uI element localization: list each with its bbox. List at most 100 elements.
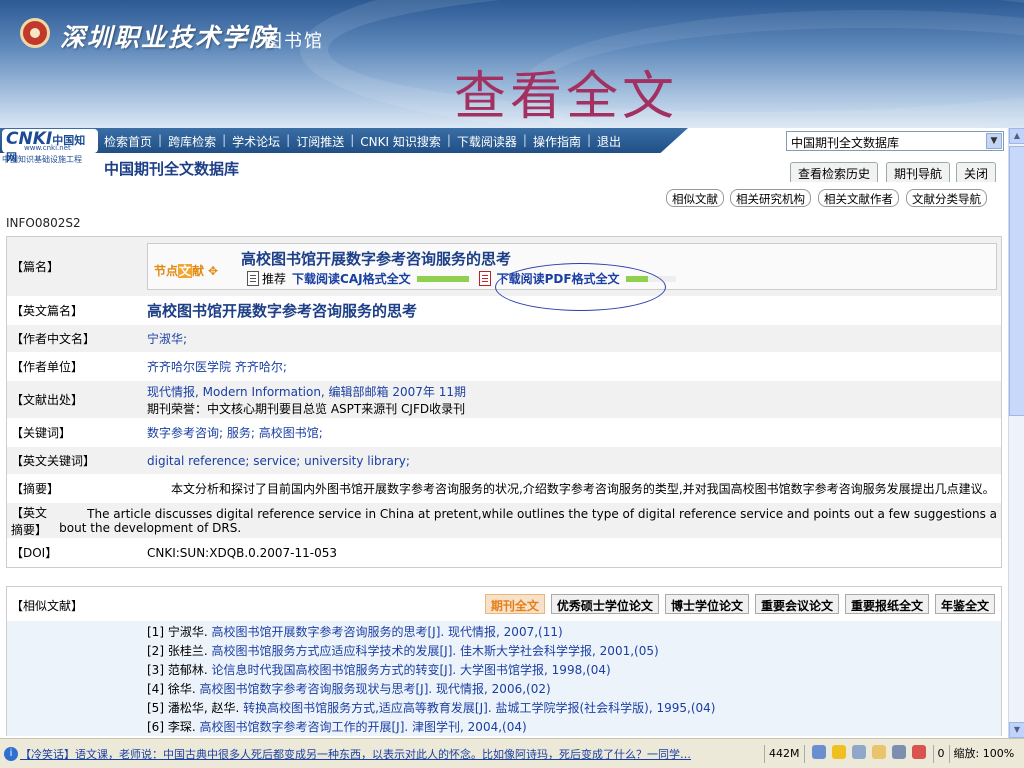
tab-journal-nav[interactable]: 期刊导航 — [886, 162, 951, 182]
recommend-label: 推荐 — [262, 272, 287, 286]
row-doi: 【DOI】 CNKI:SUN:XDQB.0.2007-11-053 — [7, 539, 1001, 567]
related-item-title[interactable]: 高校图书馆数字参考咨询工作的开展[J]. — [199, 720, 408, 734]
related-item-title[interactable]: 高校图书馆服务方式应适应科学技术的发展[J]. — [211, 644, 456, 658]
related-item-title[interactable]: 高校图书馆开展数字参考咨询服务的思考[J]. — [211, 625, 444, 639]
related-item-journal[interactable]: 佳木斯大学社会科学学报 — [460, 644, 592, 658]
school-name: 深圳职业技术学院 — [60, 23, 277, 52]
related-item-journal[interactable]: 现代情报 — [448, 625, 496, 639]
highlight-ellipse — [495, 263, 666, 311]
nav-separator: | — [586, 133, 592, 147]
related-item-author: 徐华. — [167, 682, 196, 696]
nav-link[interactable]: 检索首页 — [104, 133, 152, 150]
doc-classification-button[interactable]: 文献分类导航 — [906, 189, 987, 207]
related-item: [3] 范郁林. 论信息时代我国高校图书馆服务方式的转变[J]. 大学图书馆学报… — [147, 661, 1001, 680]
en-keywords-links[interactable]: digital reference; service; university l… — [147, 454, 997, 468]
nav-separator: | — [222, 133, 227, 147]
similar-docs-button[interactable]: 相似文献 — [666, 189, 724, 207]
database-select[interactable]: 中国期刊全文数据库 ▼ — [786, 131, 1004, 151]
seal-icon — [20, 18, 50, 48]
related-item-title[interactable]: 高校图书馆数字参考咨询服务现状与思考[J]. — [199, 682, 432, 696]
source-link[interactable]: 现代情报, Modern Information, 编辑部邮箱 2007年 11… — [147, 383, 997, 400]
related-docs-label: 【相似文献】 — [11, 599, 84, 613]
related-item-journal[interactable]: 大学图书馆学报 — [460, 663, 544, 677]
cnki-logo[interactable]: CNKI中国知网 www.cnki.net — [2, 129, 98, 164]
slide-title: 查看全文 — [454, 67, 679, 127]
related-item-date: , 2007,(11) — [496, 625, 563, 639]
popup-blocker-icon[interactable] — [911, 744, 926, 759]
affiliation-link[interactable]: 齐齐哈尔医学院 齐齐哈尔; — [147, 358, 997, 375]
nav-link[interactable]: 下载阅读器 — [457, 133, 517, 150]
row-label: 【英文关键词】 — [11, 454, 96, 468]
row-en-keywords: 【英文关键词】 digital reference; service; univ… — [7, 447, 1001, 475]
related-item: [6] 李琛. 高校图书馆数字参考咨询工作的开展[J]. 津图学刊, 2004,… — [147, 718, 1001, 736]
nav-link[interactable]: 操作指南 — [533, 133, 581, 150]
row-source: 【文献出处】 现代情报, Modern Information, 编辑部邮箱 2… — [7, 381, 1001, 419]
related-tab[interactable]: 重要会议论文 — [754, 594, 839, 614]
related-institutions-button[interactable]: 相关研究机构 — [730, 189, 811, 207]
scrollbar-thumb[interactable] — [1009, 146, 1024, 416]
scroll-up-icon[interactable]: ▲ — [1009, 128, 1024, 144]
related-item-date: , 1995,(04) — [648, 701, 716, 715]
network-icon[interactable] — [851, 744, 866, 759]
row-label: 【文献出处】 — [11, 393, 84, 407]
related-authors-button[interactable]: 相关文献作者 — [818, 189, 899, 207]
status-bar: i 【冷笑话】语文课，老师说：中国古典中很多人死后都变成另一种东西，以表示对此人… — [0, 738, 1024, 768]
row-author: 【作者中文名】 宁淑华; — [7, 325, 1001, 353]
related-item-title[interactable]: 转换高校图书馆服务方式,适应高等教育发展[J]. — [243, 701, 492, 715]
related-item-author: 宁淑华. — [167, 625, 208, 639]
tab-search-history[interactable]: 查看检索历史 — [790, 162, 879, 182]
chevron-down-icon[interactable]: ▼ — [986, 133, 1002, 149]
info-icon: i — [4, 746, 18, 761]
scroll-down-icon[interactable]: ▼ — [1009, 722, 1024, 738]
scrollbar[interactable]: ▲ ▼ — [1008, 128, 1024, 738]
related-tab[interactable]: 博士学位论文 — [664, 594, 749, 614]
article-title-link[interactable]: 高校图书馆开展数字参考咨询服务的思考 — [241, 248, 511, 269]
related-item-title[interactable]: 论信息时代我国高校图书馆服务方式的转变[J]. — [211, 663, 456, 677]
related-tab[interactable]: 优秀硕士学位论文 — [550, 594, 659, 614]
related-tab[interactable]: 重要报纸全文 — [844, 594, 929, 614]
tab-close[interactable]: 关闭 — [956, 162, 997, 182]
related-item-date: , 2006,(02) — [484, 682, 551, 696]
row-keywords: 【关键词】 数字参考咨询; 服务; 高校图书馆; — [7, 419, 1001, 447]
author-link[interactable]: 宁淑华; — [147, 330, 997, 347]
nav-link[interactable]: 退出 — [597, 133, 621, 150]
nav-link[interactable]: CNKI 知识搜索 — [360, 133, 441, 150]
en-abstract-line1: The article discusses digital reference … — [87, 506, 997, 521]
nav-separator: | — [446, 133, 451, 147]
related-item-journal[interactable]: 盐城工学院学报(社会科学版) — [495, 701, 648, 715]
nav-separator: | — [350, 133, 355, 147]
related-item-journal[interactable]: 现代情报 — [436, 682, 484, 696]
node-logo-a: 节点 — [154, 264, 179, 278]
download-icon[interactable] — [811, 744, 826, 759]
cnki-logo-url: www.cnki.net — [24, 144, 71, 152]
security-icon[interactable] — [891, 744, 906, 759]
nav-link[interactable]: 跨库检索 — [168, 133, 216, 150]
keywords-links[interactable]: 数字参考咨询; 服务; 高校图书馆; — [147, 424, 997, 441]
nav-separator: | — [158, 133, 163, 147]
status-ad-link[interactable]: 【冷笑话】语文课，老师说：中国古典中很多人死后都变成另一种东西，以表示对此人的怀… — [20, 746, 764, 762]
row-abstract: 【摘要】 本文分析和探讨了目前国内外图书馆开展数字参考咨询服务的状况,介绍数字参… — [7, 475, 1001, 503]
popup-count: 0 — [932, 744, 949, 763]
memory-usage: 442M — [764, 744, 804, 763]
related-tabs: 期刊全文 优秀硕士学位论文 博士学位论文 重要会议论文 重要报纸全文 年鉴全文 — [479, 594, 995, 614]
caj-download-link[interactable]: 下载阅读CAJ格式全文 — [292, 270, 411, 287]
related-item: [2] 张桂兰. 高校图书馆服务方式应适应科学技术的发展[J]. 佳木斯大学社会… — [147, 642, 1001, 661]
nav-link[interactable]: 学术论坛 — [232, 133, 280, 150]
related-item-journal[interactable]: 津图学刊 — [412, 720, 460, 734]
related-item-n: [6] — [147, 720, 164, 734]
related-tab[interactable]: 年鉴全文 — [934, 594, 995, 614]
zoom-level[interactable]: 缩放: 100% — [948, 744, 1019, 763]
lightning-icon[interactable] — [831, 744, 846, 759]
folder-icon[interactable] — [871, 744, 886, 759]
related-tab[interactable]: 期刊全文 — [484, 594, 545, 614]
nav-separator: | — [286, 133, 291, 147]
related-item-author: 张桂兰. — [167, 644, 208, 658]
row-label: 【作者单位】 — [11, 360, 84, 374]
related-item-n: [2] — [147, 644, 164, 658]
nav-link[interactable]: 订阅推送 — [296, 133, 344, 150]
node-document-logo[interactable]: 节点文献 ✥ — [154, 262, 218, 279]
related-docs-section: 【相似文献】 期刊全文 优秀硕士学位论文 博士学位论文 重要会议论文 重要报纸全文 年鉴全… — [6, 586, 1002, 736]
related-item-n: [5] — [147, 701, 164, 715]
row-label: 【英文摘要】 — [11, 505, 48, 537]
related-item-date: , 2001,(05) — [592, 644, 659, 658]
